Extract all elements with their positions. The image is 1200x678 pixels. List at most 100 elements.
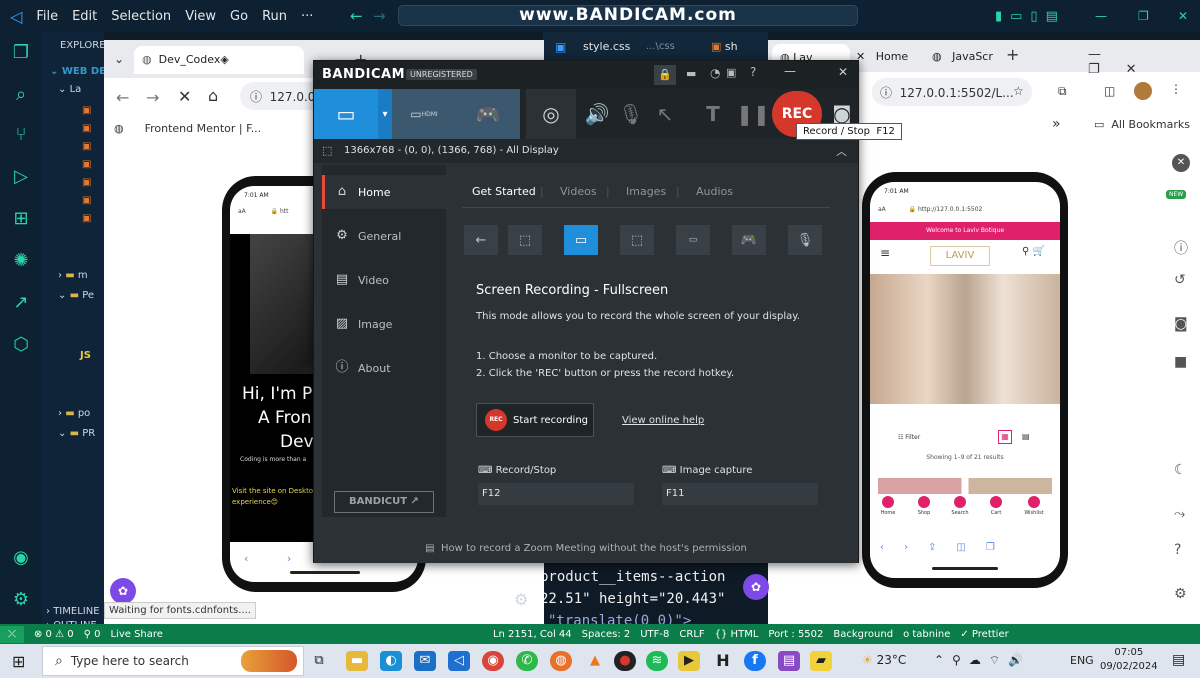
tab-search-icon[interactable]: ⌄ — [114, 52, 124, 66]
bandicam-taskbar-icon[interactable]: ● — [614, 651, 636, 671]
filter-button[interactable]: ☷ Filter — [898, 434, 920, 441]
bookmarks-overflow-icon[interactable]: » — [1052, 116, 1061, 132]
menu-edit[interactable]: Edit — [72, 9, 97, 24]
timeline-section[interactable]: › TIMELINE — [46, 606, 100, 617]
lock-icon[interactable]: 🔒 — [654, 65, 676, 85]
file-js[interactable]: JS — [80, 350, 91, 361]
new-tab-button[interactable]: + — [1006, 45, 1019, 64]
nav-wishlist[interactable]: Wishlist — [1020, 496, 1048, 516]
minimize-icon[interactable]: — — [1095, 9, 1107, 23]
address-bar-right[interactable]: ⓘ 127.0.0.1:5502/L... — [872, 78, 1032, 106]
layout-icons[interactable]: ▮▭▯▤ — [995, 9, 1066, 24]
hdmi-device-mode-button[interactable]: ▭ — [676, 225, 710, 255]
taskbar-search[interactable]: ⌕ Type here to search — [42, 646, 304, 676]
menu-selection[interactable]: Selection — [111, 9, 171, 24]
extensions-puzzle-icon[interactable]: ⧉ — [1058, 84, 1067, 99]
spotify-icon[interactable]: ≋ — [646, 651, 668, 671]
start-recording-button[interactable]: REC Start recording — [476, 403, 594, 437]
sidebar-item-home[interactable]: ⌂ Home — [322, 175, 446, 209]
rectangle-mode-button[interactable]: ⬚ — [508, 225, 542, 255]
close-icon[interactable]: ✕ — [838, 65, 848, 79]
record-hotkey-field[interactable]: F12 — [478, 483, 634, 505]
around-mouse-mode-button[interactable]: ⬚ — [620, 225, 654, 255]
language-indicator[interactable]: ENG — [1070, 654, 1094, 667]
line-ending[interactable]: CRLF — [679, 629, 704, 640]
h-app-icon[interactable]: H — [712, 651, 734, 671]
bandicut-button[interactable]: BANDICUT ↗ — [334, 491, 434, 513]
folder-pe[interactable]: ⌄ ▬ Pe — [58, 290, 94, 301]
weather-widget[interactable]: ☀ 23°C — [862, 653, 906, 667]
mail-icon[interactable]: ✉ — [414, 651, 436, 671]
nav-home[interactable]: Home — [876, 496, 900, 516]
tab-dev-codex[interactable]: ◍ Dev_Codex◈ — [134, 46, 304, 74]
image-hotkey-field[interactable]: F11 — [662, 483, 818, 505]
remote-icon[interactable]: ⬡ — [10, 334, 32, 356]
webcam-icon[interactable]: ◎ — [526, 89, 576, 139]
cursor-icon[interactable]: ↖ — [650, 89, 680, 139]
view-online-help-link[interactable]: View online help — [622, 415, 704, 426]
game-device-mode-button[interactable]: 🎮 — [732, 225, 766, 255]
folder-pr[interactable]: ⌄ ▬ PR — [58, 428, 95, 439]
sidebar-item-video[interactable]: ▤ Video — [322, 263, 446, 297]
help-icon[interactable]: ? — [1174, 542, 1181, 558]
sidebar-item-general[interactable]: ⚙ General — [322, 219, 446, 253]
folder-m[interactable]: › ▬ m — [58, 270, 88, 281]
game-mode-button[interactable]: 🎮 — [456, 89, 520, 139]
encoding[interactable]: UTF-8 — [640, 629, 669, 640]
nav-shop[interactable]: Shop — [912, 496, 936, 516]
edge-icon[interactable]: ◐ — [380, 651, 402, 671]
background-status[interactable]: Background — [833, 629, 893, 640]
speaker-icon[interactable]: 🔊 — [582, 89, 612, 139]
explorer-icon[interactable]: ❐ — [10, 42, 32, 64]
indentation[interactable]: Spaces: 2 — [582, 629, 631, 640]
back-arrow-icon[interactable]: ← — [350, 7, 363, 25]
search-icon[interactable]: ⌕ — [10, 84, 32, 106]
windows-start-icon[interactable]: ⊞ — [12, 652, 25, 671]
tab-get-started[interactable]: Get Started — [472, 185, 536, 198]
folder-po[interactable]: › ▬ po — [58, 408, 90, 419]
file-explorer-icon[interactable]: ▬ — [346, 651, 368, 671]
fullscreen-mode-button[interactable]: ▭ — [314, 89, 378, 139]
menu-file[interactable]: File — [36, 9, 58, 24]
live-share-icon[interactable]: ↗ — [10, 292, 32, 314]
bookmark-frontend-mentor[interactable]: ◍ Frontend Mentor | F... — [114, 122, 261, 135]
grid-icon[interactable]: ▣ — [726, 66, 736, 79]
folder-la[interactable]: ⌄ La — [58, 84, 81, 95]
pause-icon[interactable]: ❚❚ — [736, 89, 770, 139]
settings-icon[interactable]: ⚙ — [1174, 586, 1187, 602]
info-icon[interactable]: ⓘ — [1174, 238, 1188, 258]
tab-style-css[interactable]: style.css — [583, 40, 630, 53]
tab-home[interactable]: ✕ Home — [856, 50, 908, 63]
microphone-icon[interactable]: 🎙 — [616, 89, 646, 139]
nav-search[interactable]: Search — [948, 496, 972, 516]
task-view-icon[interactable]: ⧉ — [308, 651, 330, 671]
ports-count[interactable]: ⚲ 0 — [84, 629, 101, 640]
restore-icon[interactable]: ❐ — [1138, 9, 1149, 23]
back-arrow-button[interactable]: ← — [464, 225, 498, 255]
menu-more[interactable]: ··· — [301, 9, 313, 24]
run-debug-icon[interactable]: ▷ — [10, 166, 32, 188]
source-control-icon[interactable]: ⑂ — [10, 124, 32, 146]
tab-videos[interactable]: Videos — [560, 185, 597, 198]
bandicam-footer[interactable]: ▤ How to record a Zoom Meeting without t… — [314, 535, 858, 563]
editor-settings-gear-icon[interactable]: ⚙ — [514, 590, 528, 609]
tab-javascript[interactable]: ◍ JavaScr — [932, 50, 993, 63]
sidepanel-icon[interactable]: ◫ — [1104, 84, 1115, 98]
nav-cart[interactable]: Cart — [984, 496, 1008, 516]
notifications-icon[interactable]: ▤ — [1172, 652, 1185, 668]
vlc-icon[interactable]: ▲ — [584, 651, 606, 671]
more-menu-icon[interactable]: ⋮ — [1170, 82, 1182, 96]
share-icon[interactable]: ⤳ — [1174, 506, 1185, 522]
live-server-port[interactable]: Port : 5502 — [768, 629, 823, 640]
hdmi-mode-button[interactable]: ▭ HDMI — [392, 89, 456, 139]
whatsapp-icon[interactable]: ✆ — [516, 651, 538, 671]
prettier-status[interactable]: ✓ Prettier — [960, 629, 1008, 640]
collapse-chevron-icon[interactable]: ︿ — [836, 143, 847, 159]
firefox-icon[interactable]: ◍ — [550, 651, 572, 671]
facebook-icon[interactable]: f — [744, 651, 766, 671]
language-mode[interactable]: {} HTML — [715, 629, 759, 640]
window-controls[interactable]: —❐✕ — [1088, 47, 1200, 77]
close-icon[interactable]: ✕ — [1178, 9, 1188, 23]
desktop-link[interactable]: Visit the site on Deskto experience😊 — [232, 486, 313, 508]
tabnine-status[interactable]: o tabnine — [903, 629, 950, 640]
